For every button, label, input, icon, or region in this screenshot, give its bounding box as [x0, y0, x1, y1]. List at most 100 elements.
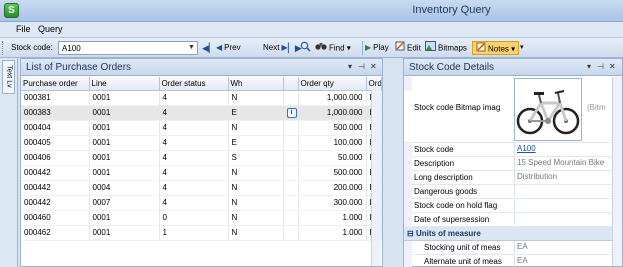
table-row[interactable]: 00046200011N1.000EA [21, 225, 382, 241]
info-cell [283, 195, 299, 211]
line-cell: 0001 [89, 135, 160, 151]
row-gutter [404, 213, 412, 227]
side-tab[interactable]: Text Lv [2, 60, 15, 94]
column-header[interactable]: Order Uo [366, 77, 382, 91]
table-row[interactable]: 00040500014E100.000EA [21, 135, 382, 151]
column-header[interactable]: Purchase order [21, 77, 90, 91]
purchase-order-cell: 000442 [21, 180, 90, 196]
table-row[interactable]: 00044200014N500.000EA [21, 165, 382, 181]
property-row[interactable]: Dangerous goods [404, 185, 613, 199]
next-icon: ▶ [281, 43, 288, 52]
line-cell: 0001 [89, 105, 160, 121]
pin-icon[interactable]: ⊣ [358, 62, 365, 71]
row-gutter [404, 255, 412, 267]
purchase-order-cell: 000442 [21, 165, 90, 181]
table-row[interactable]: 00044200074N300.000EA [21, 195, 382, 211]
bitmaps-icon [425, 41, 436, 56]
property-row[interactable]: Stocking unit of meas EA [404, 241, 613, 255]
play-button[interactable]: ▶ Play [365, 41, 389, 55]
order-qty-cell: 50.000 [298, 150, 367, 166]
close-icon[interactable]: ✕ [370, 62, 377, 71]
purchase-order-cell: 000442 [21, 195, 90, 211]
section-units-of-measure[interactable]: ⊟ Units of measure [404, 227, 613, 241]
order-status-cell: 4 [158, 105, 229, 121]
property-label: Dangerous goods [414, 187, 478, 196]
toolbar-overflow-button[interactable]: ▾ [520, 41, 524, 55]
vertical-scrollbar[interactable] [612, 77, 622, 266]
search-button[interactable] [300, 41, 313, 55]
order-qty-cell: 300.000 [298, 195, 367, 211]
column-header[interactable]: Order qty [298, 77, 367, 91]
column-header[interactable]: Line [89, 77, 160, 91]
close-icon[interactable]: ✕ [609, 62, 616, 71]
pin-icon[interactable]: ⊣ [597, 62, 604, 71]
table-row[interactable]: 00038100014N1,000.000EA [21, 90, 382, 106]
line-cell: 0004 [89, 180, 160, 196]
warehouse-cell: N [228, 225, 284, 241]
property-row[interactable]: Long description Distribution [404, 171, 613, 185]
line-cell: 0001 [89, 225, 160, 241]
table-row[interactable]: 00046000010N1.000EA [21, 210, 382, 226]
table-row[interactable]: 00038300014Ei1,000.000EA [21, 105, 382, 121]
line-cell: 0001 [89, 120, 160, 136]
column-header[interactable] [283, 77, 299, 91]
stock-code-details-header: Stock Code Details ▾ ⊣ ✕ [404, 59, 622, 76]
property-label: Stocking unit of meas [424, 243, 501, 252]
property-row[interactable]: Date of supersession [404, 213, 613, 227]
edit-button[interactable]: Edit [395, 41, 421, 55]
info-cell: i [283, 105, 299, 121]
bitmap-side-text: (Bitm [587, 103, 606, 112]
column-header[interactable]: Wh [228, 77, 284, 91]
line-cell: 0001 [89, 90, 160, 106]
prev-button[interactable]: ◀ Prev [216, 41, 241, 55]
bicycle-image[interactable] [514, 78, 582, 141]
line-cell: 0001 [89, 165, 160, 181]
order-status-cell: 4 [158, 195, 229, 211]
toolbar-separator [362, 41, 363, 55]
side-tab-label: Text Lv [5, 65, 13, 88]
first-icon[interactable]: ◀▏ [202, 42, 216, 54]
find-button[interactable]: Find ▾ [315, 41, 351, 55]
title-bar: S Inventory Query [0, 0, 623, 22]
purchase-order-cell: 000405 [21, 135, 90, 151]
bitmaps-button[interactable]: Bitmaps [425, 41, 467, 55]
property-value [514, 185, 613, 197]
edit-label: Edit [407, 43, 421, 53]
order-qty-cell: 1.000 [298, 210, 367, 226]
property-row[interactable]: Description 15 Speed Mountain Bike [404, 157, 613, 171]
info-icon[interactable]: i [286, 108, 297, 118]
next-button[interactable]: Next ▶ [263, 41, 290, 55]
menu-query[interactable]: Query [38, 24, 63, 34]
section-label: ⊟ Units of measure [407, 229, 481, 238]
toolbar-grip[interactable] [2, 41, 5, 55]
stock-code-link[interactable]: A100 [514, 143, 613, 155]
vertical-scrollbar[interactable] [371, 90, 381, 266]
dropdown-icon[interactable]: ▾ [348, 62, 352, 71]
order-qty-cell: 200.000 [298, 180, 367, 196]
property-label: Stock code on hold flag [414, 201, 498, 210]
notes-button[interactable]: Notes ▾ [472, 41, 520, 55]
notes-label: Notes [488, 44, 509, 54]
menu-bar: File Query [0, 22, 623, 38]
property-row[interactable]: Stock code A100 [404, 143, 613, 157]
menu-file[interactable]: File [16, 24, 31, 34]
bitmaps-label: Bitmaps [438, 43, 467, 53]
table-row[interactable]: 00040600014S50.000EA [21, 150, 382, 166]
panel-title: Stock Code Details [409, 62, 495, 73]
line-cell: 0001 [89, 210, 160, 226]
order-qty-cell: 100.000 [298, 135, 367, 151]
dropdown-icon[interactable]: ▾ [587, 62, 591, 71]
section-title: Units of measure [415, 229, 481, 238]
order-status-cell: 4 [158, 120, 229, 136]
property-row[interactable]: Stock code on hold flag [404, 199, 613, 213]
order-qty-cell: 1,000.000 [298, 105, 367, 121]
property-label: Date of supersession [414, 215, 490, 224]
stock-code-input[interactable]: A100 ▼ [58, 41, 198, 55]
order-qty-cell: 500.000 [298, 165, 367, 181]
table-row[interactable]: 00040400014N500.000EA [21, 120, 382, 136]
column-header[interactable]: Order status [159, 77, 229, 91]
table-row[interactable]: 00044200044N200.000EA [21, 180, 382, 196]
panel-title: List of Purchase Orders [26, 62, 132, 73]
chevron-down-icon[interactable]: ▼ [187, 43, 196, 53]
property-row[interactable]: Alternate unit of meas EA [404, 255, 613, 267]
